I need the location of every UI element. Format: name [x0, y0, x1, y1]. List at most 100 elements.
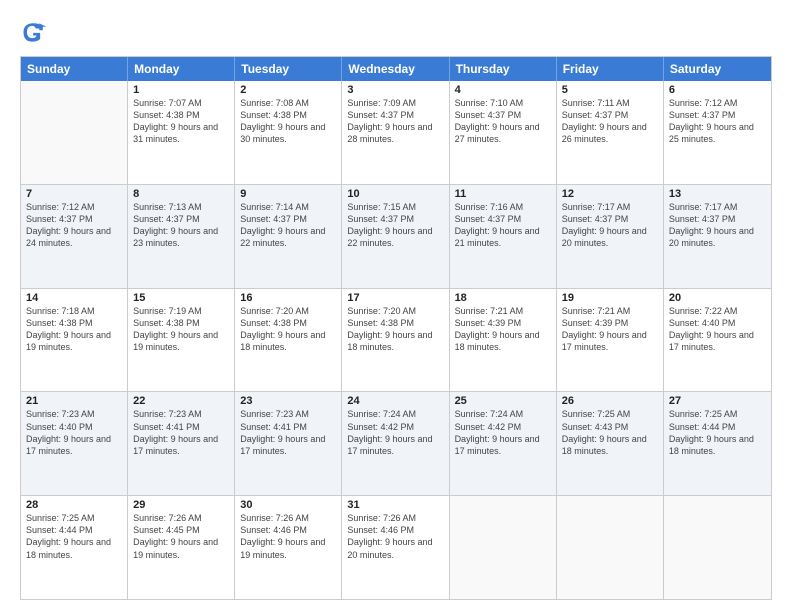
calendar-cell: 20Sunrise: 7:22 AMSunset: 4:40 PMDayligh…	[664, 289, 771, 392]
calendar-cell: 19Sunrise: 7:21 AMSunset: 4:39 PMDayligh…	[557, 289, 664, 392]
calendar-row-3: 14Sunrise: 7:18 AMSunset: 4:38 PMDayligh…	[21, 288, 771, 392]
day-number: 28	[26, 499, 122, 511]
calendar: SundayMondayTuesdayWednesdayThursdayFrid…	[20, 56, 772, 600]
day-info: Sunrise: 7:26 AMSunset: 4:46 PMDaylight:…	[240, 512, 336, 561]
day-number: 11	[455, 188, 551, 200]
calendar-cell: 9Sunrise: 7:14 AMSunset: 4:37 PMDaylight…	[235, 185, 342, 288]
calendar-row-5: 28Sunrise: 7:25 AMSunset: 4:44 PMDayligh…	[21, 495, 771, 599]
calendar-cell: 5Sunrise: 7:11 AMSunset: 4:37 PMDaylight…	[557, 81, 664, 184]
calendar-cell: 31Sunrise: 7:26 AMSunset: 4:46 PMDayligh…	[342, 496, 449, 599]
day-info: Sunrise: 7:19 AMSunset: 4:38 PMDaylight:…	[133, 305, 229, 354]
day-number: 7	[26, 188, 122, 200]
day-number: 1	[133, 84, 229, 96]
calendar-cell: 27Sunrise: 7:25 AMSunset: 4:44 PMDayligh…	[664, 392, 771, 495]
header-day-thursday: Thursday	[450, 57, 557, 81]
day-number: 19	[562, 292, 658, 304]
calendar-header: SundayMondayTuesdayWednesdayThursdayFrid…	[21, 57, 771, 81]
day-info: Sunrise: 7:20 AMSunset: 4:38 PMDaylight:…	[347, 305, 443, 354]
calendar-cell: 7Sunrise: 7:12 AMSunset: 4:37 PMDaylight…	[21, 185, 128, 288]
calendar-cell: 1Sunrise: 7:07 AMSunset: 4:38 PMDaylight…	[128, 81, 235, 184]
calendar-cell: 18Sunrise: 7:21 AMSunset: 4:39 PMDayligh…	[450, 289, 557, 392]
day-info: Sunrise: 7:21 AMSunset: 4:39 PMDaylight:…	[455, 305, 551, 354]
calendar-cell	[664, 496, 771, 599]
calendar-row-4: 21Sunrise: 7:23 AMSunset: 4:40 PMDayligh…	[21, 391, 771, 495]
day-info: Sunrise: 7:22 AMSunset: 4:40 PMDaylight:…	[669, 305, 766, 354]
day-number: 16	[240, 292, 336, 304]
day-number: 2	[240, 84, 336, 96]
day-number: 14	[26, 292, 122, 304]
header-day-saturday: Saturday	[664, 57, 771, 81]
day-info: Sunrise: 7:21 AMSunset: 4:39 PMDaylight:…	[562, 305, 658, 354]
calendar-cell: 29Sunrise: 7:26 AMSunset: 4:45 PMDayligh…	[128, 496, 235, 599]
calendar-row-1: 1Sunrise: 7:07 AMSunset: 4:38 PMDaylight…	[21, 81, 771, 184]
calendar-cell: 14Sunrise: 7:18 AMSunset: 4:38 PMDayligh…	[21, 289, 128, 392]
calendar-cell: 24Sunrise: 7:24 AMSunset: 4:42 PMDayligh…	[342, 392, 449, 495]
day-number: 3	[347, 84, 443, 96]
day-info: Sunrise: 7:10 AMSunset: 4:37 PMDaylight:…	[455, 97, 551, 146]
calendar-cell: 12Sunrise: 7:17 AMSunset: 4:37 PMDayligh…	[557, 185, 664, 288]
calendar-cell: 11Sunrise: 7:16 AMSunset: 4:37 PMDayligh…	[450, 185, 557, 288]
day-info: Sunrise: 7:16 AMSunset: 4:37 PMDaylight:…	[455, 201, 551, 250]
day-info: Sunrise: 7:24 AMSunset: 4:42 PMDaylight:…	[455, 408, 551, 457]
day-info: Sunrise: 7:17 AMSunset: 4:37 PMDaylight:…	[669, 201, 766, 250]
day-number: 9	[240, 188, 336, 200]
day-info: Sunrise: 7:25 AMSunset: 4:44 PMDaylight:…	[669, 408, 766, 457]
day-info: Sunrise: 7:25 AMSunset: 4:44 PMDaylight:…	[26, 512, 122, 561]
day-info: Sunrise: 7:13 AMSunset: 4:37 PMDaylight:…	[133, 201, 229, 250]
calendar-body: 1Sunrise: 7:07 AMSunset: 4:38 PMDaylight…	[21, 81, 771, 599]
header-day-wednesday: Wednesday	[342, 57, 449, 81]
calendar-cell: 26Sunrise: 7:25 AMSunset: 4:43 PMDayligh…	[557, 392, 664, 495]
day-number: 18	[455, 292, 551, 304]
calendar-cell: 15Sunrise: 7:19 AMSunset: 4:38 PMDayligh…	[128, 289, 235, 392]
day-info: Sunrise: 7:17 AMSunset: 4:37 PMDaylight:…	[562, 201, 658, 250]
day-info: Sunrise: 7:09 AMSunset: 4:37 PMDaylight:…	[347, 97, 443, 146]
day-info: Sunrise: 7:20 AMSunset: 4:38 PMDaylight:…	[240, 305, 336, 354]
calendar-cell: 16Sunrise: 7:20 AMSunset: 4:38 PMDayligh…	[235, 289, 342, 392]
day-number: 15	[133, 292, 229, 304]
calendar-cell: 2Sunrise: 7:08 AMSunset: 4:38 PMDaylight…	[235, 81, 342, 184]
day-number: 23	[240, 395, 336, 407]
day-number: 25	[455, 395, 551, 407]
calendar-cell: 22Sunrise: 7:23 AMSunset: 4:41 PMDayligh…	[128, 392, 235, 495]
calendar-cell	[21, 81, 128, 184]
day-number: 22	[133, 395, 229, 407]
day-number: 31	[347, 499, 443, 511]
calendar-cell: 21Sunrise: 7:23 AMSunset: 4:40 PMDayligh…	[21, 392, 128, 495]
day-info: Sunrise: 7:23 AMSunset: 4:41 PMDaylight:…	[240, 408, 336, 457]
day-number: 26	[562, 395, 658, 407]
day-info: Sunrise: 7:12 AMSunset: 4:37 PMDaylight:…	[26, 201, 122, 250]
day-number: 10	[347, 188, 443, 200]
calendar-cell: 17Sunrise: 7:20 AMSunset: 4:38 PMDayligh…	[342, 289, 449, 392]
calendar-cell: 25Sunrise: 7:24 AMSunset: 4:42 PMDayligh…	[450, 392, 557, 495]
day-info: Sunrise: 7:23 AMSunset: 4:41 PMDaylight:…	[133, 408, 229, 457]
day-number: 21	[26, 395, 122, 407]
day-number: 17	[347, 292, 443, 304]
calendar-cell: 30Sunrise: 7:26 AMSunset: 4:46 PMDayligh…	[235, 496, 342, 599]
day-info: Sunrise: 7:07 AMSunset: 4:38 PMDaylight:…	[133, 97, 229, 146]
calendar-cell: 4Sunrise: 7:10 AMSunset: 4:37 PMDaylight…	[450, 81, 557, 184]
day-info: Sunrise: 7:24 AMSunset: 4:42 PMDaylight:…	[347, 408, 443, 457]
day-number: 6	[669, 84, 766, 96]
logo-icon	[20, 18, 48, 46]
day-info: Sunrise: 7:12 AMSunset: 4:37 PMDaylight:…	[669, 97, 766, 146]
day-number: 30	[240, 499, 336, 511]
page: SundayMondayTuesdayWednesdayThursdayFrid…	[0, 0, 792, 612]
calendar-cell	[557, 496, 664, 599]
day-number: 29	[133, 499, 229, 511]
header	[20, 18, 772, 46]
day-info: Sunrise: 7:11 AMSunset: 4:37 PMDaylight:…	[562, 97, 658, 146]
day-info: Sunrise: 7:26 AMSunset: 4:45 PMDaylight:…	[133, 512, 229, 561]
day-info: Sunrise: 7:08 AMSunset: 4:38 PMDaylight:…	[240, 97, 336, 146]
calendar-cell: 28Sunrise: 7:25 AMSunset: 4:44 PMDayligh…	[21, 496, 128, 599]
day-number: 13	[669, 188, 766, 200]
calendar-cell: 6Sunrise: 7:12 AMSunset: 4:37 PMDaylight…	[664, 81, 771, 184]
day-info: Sunrise: 7:23 AMSunset: 4:40 PMDaylight:…	[26, 408, 122, 457]
calendar-cell: 8Sunrise: 7:13 AMSunset: 4:37 PMDaylight…	[128, 185, 235, 288]
calendar-cell: 3Sunrise: 7:09 AMSunset: 4:37 PMDaylight…	[342, 81, 449, 184]
day-number: 4	[455, 84, 551, 96]
day-number: 24	[347, 395, 443, 407]
day-info: Sunrise: 7:14 AMSunset: 4:37 PMDaylight:…	[240, 201, 336, 250]
calendar-cell: 23Sunrise: 7:23 AMSunset: 4:41 PMDayligh…	[235, 392, 342, 495]
day-info: Sunrise: 7:26 AMSunset: 4:46 PMDaylight:…	[347, 512, 443, 561]
day-info: Sunrise: 7:18 AMSunset: 4:38 PMDaylight:…	[26, 305, 122, 354]
